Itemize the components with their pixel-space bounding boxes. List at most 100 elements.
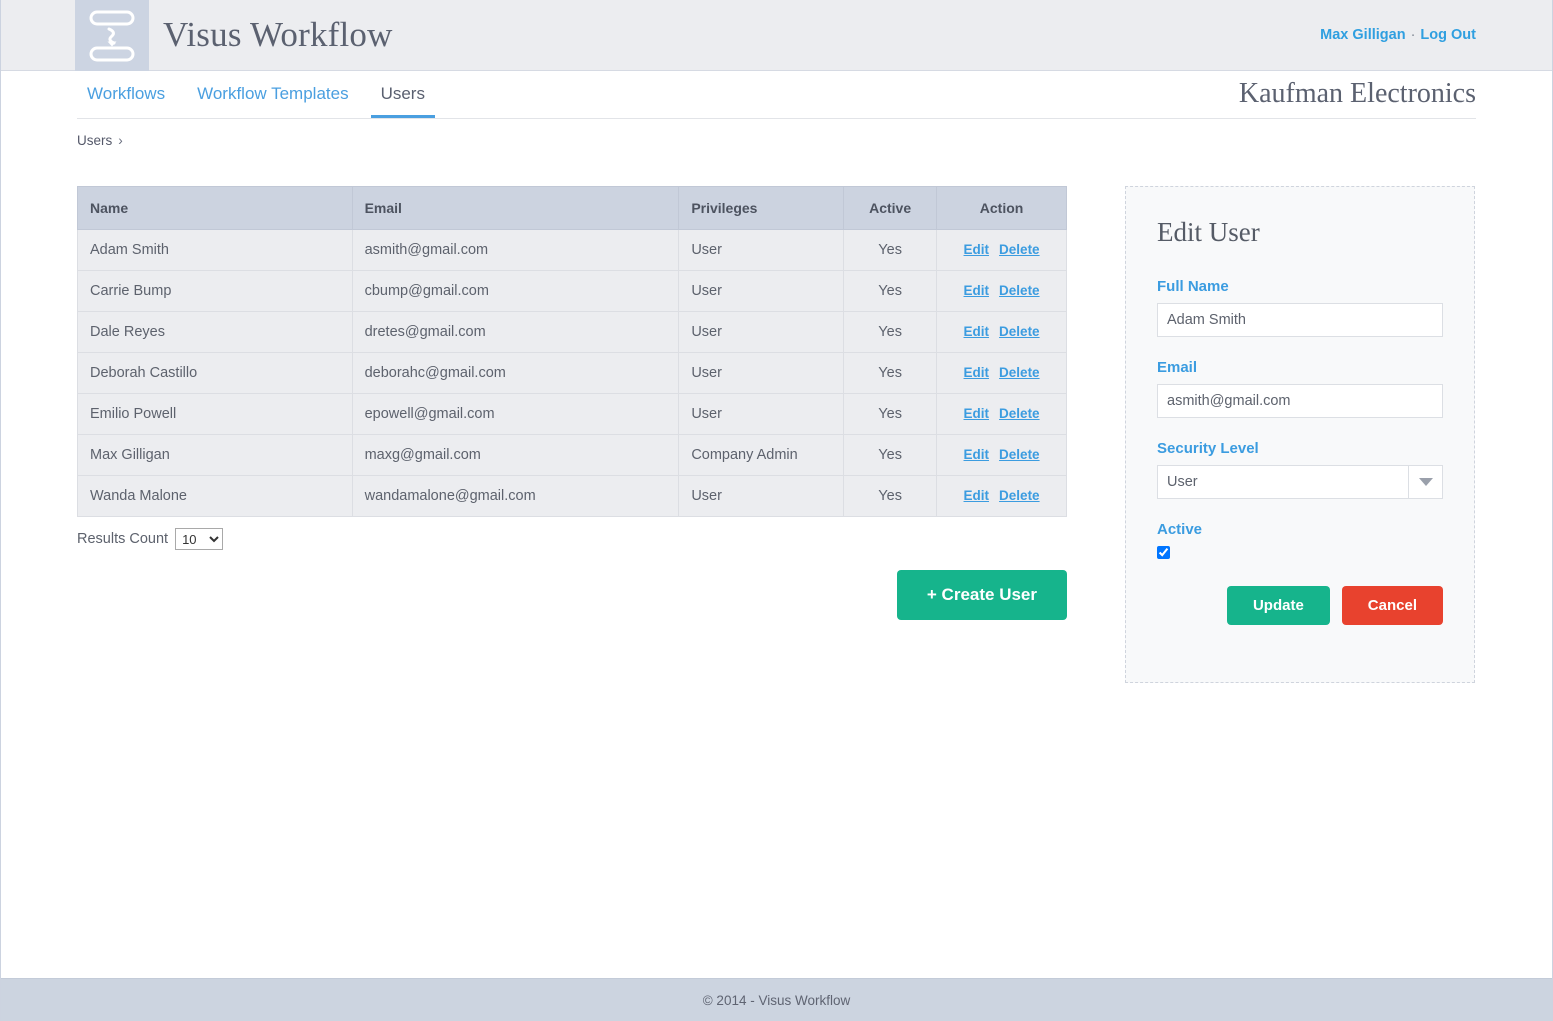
tab-users[interactable]: Users <box>371 85 435 118</box>
table-row: Adam Smith asmith@gmail.com User Yes Edi… <box>78 230 1067 271</box>
cell-active: Yes <box>844 353 937 394</box>
cell-active: Yes <box>844 394 937 435</box>
table-row: Emilio Powell epowell@gmail.com User Yes… <box>78 394 1067 435</box>
tab-workflows[interactable]: Workflows <box>77 85 175 118</box>
edit-user-title: Edit User <box>1157 217 1443 248</box>
column-header-name[interactable]: Name <box>78 187 353 230</box>
company-name: Kaufman Electronics <box>1239 78 1476 118</box>
table-row: Wanda Malone wandamalone@gmail.com User … <box>78 476 1067 517</box>
column-header-action[interactable]: Action <box>937 187 1067 230</box>
cell-email: wandamalone@gmail.com <box>352 476 679 517</box>
edit-link[interactable]: Edit <box>964 283 990 298</box>
table-row: Max Gilligan maxg@gmail.com Company Admi… <box>78 435 1067 476</box>
breadcrumb-chevron-icon: › <box>118 133 123 148</box>
edit-link[interactable]: Edit <box>964 447 990 462</box>
cell-name: Deborah Castillo <box>78 353 353 394</box>
edit-link[interactable]: Edit <box>964 324 990 339</box>
active-checkbox-row <box>1157 546 1443 564</box>
cell-action: Edit Delete <box>937 476 1067 517</box>
security-level-dropdown-button[interactable] <box>1408 466 1442 498</box>
full-name-input[interactable] <box>1157 303 1443 337</box>
delete-link[interactable]: Delete <box>999 447 1040 462</box>
delete-link[interactable]: Delete <box>999 406 1040 421</box>
app-logo[interactable] <box>75 0 149 71</box>
results-count-label: Results Count <box>77 531 168 547</box>
results-count-select[interactable]: 10 25 50 100 <box>175 528 223 550</box>
active-label: Active <box>1157 521 1443 538</box>
account-area: Max Gilligan ·Log Out <box>1320 27 1476 43</box>
cell-active: Yes <box>844 312 937 353</box>
table-header-row: Name Email Privileges Active Action <box>78 187 1067 230</box>
chevron-down-icon <box>1418 477 1434 487</box>
cell-email: epowell@gmail.com <box>352 394 679 435</box>
delete-link[interactable]: Delete <box>999 324 1040 339</box>
email-label: Email <box>1157 359 1443 376</box>
edit-user-panel: Edit User Full Name Email Security Level… <box>1125 186 1475 683</box>
column-header-email[interactable]: Email <box>352 187 679 230</box>
delete-link[interactable]: Delete <box>999 283 1040 298</box>
security-level-label: Security Level <box>1157 440 1443 457</box>
edit-user-panel-column: Edit User Full Name Email Security Level… <box>1125 186 1475 683</box>
email-input[interactable] <box>1157 384 1443 418</box>
security-level-select[interactable]: User <box>1157 465 1443 499</box>
brand-title: Visus Workflow <box>163 15 393 55</box>
cell-privileges: User <box>679 271 844 312</box>
edit-link[interactable]: Edit <box>964 488 990 503</box>
users-table-head: Name Email Privileges Active Action <box>78 187 1067 230</box>
cell-privileges: User <box>679 394 844 435</box>
footer-copyright: © 2014 - Visus Workflow <box>703 993 851 1008</box>
cell-email: dretes@gmail.com <box>352 312 679 353</box>
cell-email: cbump@gmail.com <box>352 271 679 312</box>
security-level-field-group: Security Level User <box>1157 440 1443 499</box>
create-user-button[interactable]: + Create User <box>897 570 1067 620</box>
account-separator: · <box>1411 27 1416 43</box>
email-field-group: Email <box>1157 359 1443 418</box>
users-list-section: Name Email Privileges Active Action Adam… <box>77 186 1067 620</box>
cell-action: Edit Delete <box>937 394 1067 435</box>
update-button[interactable]: Update <box>1227 586 1330 625</box>
cell-privileges: User <box>679 476 844 517</box>
breadcrumb-item-users[interactable]: Users <box>77 133 112 148</box>
cancel-button[interactable]: Cancel <box>1342 586 1443 625</box>
nav-bar: Workflows Workflow Templates Users Kaufm… <box>1 71 1552 119</box>
edit-link[interactable]: Edit <box>964 406 990 421</box>
delete-link[interactable]: Delete <box>999 242 1040 257</box>
users-table-body: Adam Smith asmith@gmail.com User Yes Edi… <box>78 230 1067 517</box>
edit-link[interactable]: Edit <box>964 242 990 257</box>
app-page: Visus Workflow Max Gilligan ·Log Out Work… <box>0 0 1553 1021</box>
column-header-privileges[interactable]: Privileges <box>679 187 844 230</box>
cell-name: Emilio Powell <box>78 394 353 435</box>
cell-email: maxg@gmail.com <box>352 435 679 476</box>
cell-active: Yes <box>844 271 937 312</box>
active-checkbox[interactable] <box>1157 546 1170 559</box>
cell-privileges: User <box>679 312 844 353</box>
main-content: Name Email Privileges Active Action Adam… <box>1 148 1552 683</box>
table-row: Deborah Castillo deborahc@gmail.com User… <box>78 353 1067 394</box>
nav-row: Workflows Workflow Templates Users Kaufm… <box>77 71 1476 119</box>
breadcrumb: Users › <box>1 119 1552 148</box>
create-user-row: + Create User <box>77 570 1067 620</box>
cell-name: Carrie Bump <box>78 271 353 312</box>
cell-action: Edit Delete <box>937 230 1067 271</box>
tab-workflow-templates[interactable]: Workflow Templates <box>187 85 358 118</box>
cell-privileges: User <box>679 230 844 271</box>
results-count-row: Results Count 10 25 50 100 <box>77 528 1067 550</box>
page-footer: © 2014 - Visus Workflow <box>1 978 1552 1021</box>
edit-user-actions: Update Cancel <box>1157 586 1443 625</box>
cell-active: Yes <box>844 476 937 517</box>
users-table: Name Email Privileges Active Action Adam… <box>77 186 1067 517</box>
edit-link[interactable]: Edit <box>964 365 990 380</box>
cell-name: Wanda Malone <box>78 476 353 517</box>
cell-email: deborahc@gmail.com <box>352 353 679 394</box>
delete-link[interactable]: Delete <box>999 365 1040 380</box>
delete-link[interactable]: Delete <box>999 488 1040 503</box>
nav-tabs: Workflows Workflow Templates Users <box>77 70 447 118</box>
cell-action: Edit Delete <box>937 271 1067 312</box>
cell-action: Edit Delete <box>937 312 1067 353</box>
cell-name: Adam Smith <box>78 230 353 271</box>
column-header-active[interactable]: Active <box>844 187 937 230</box>
full-name-field-group: Full Name <box>1157 278 1443 337</box>
logout-link[interactable]: Log Out <box>1420 27 1476 43</box>
current-user-link[interactable]: Max Gilligan <box>1320 27 1405 43</box>
cell-action: Edit Delete <box>937 353 1067 394</box>
